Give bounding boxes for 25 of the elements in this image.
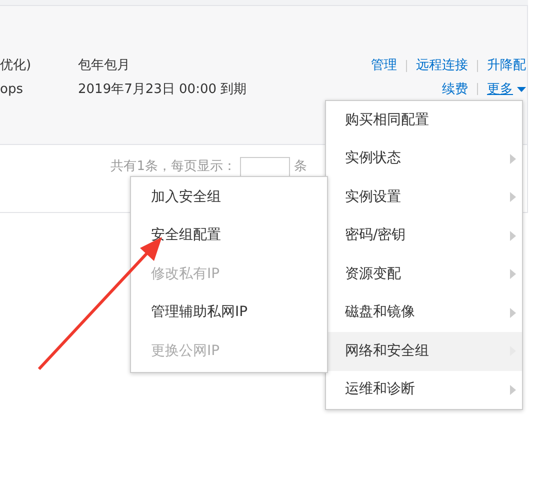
chevron-icon: [510, 230, 516, 241]
action-link[interactable]: 管理: [371, 56, 397, 76]
menu-item[interactable]: 网络和安全组: [326, 332, 522, 370]
action-link[interactable]: 远程连接: [416, 56, 468, 76]
chevron-icon: [510, 192, 516, 202]
instance-name: 优化): [0, 57, 32, 75]
pager-unit: 条: [294, 158, 307, 176]
action-link[interactable]: 续费: [442, 80, 468, 99]
chevron-icon: [510, 308, 516, 318]
menu-item[interactable]: 实例状态: [326, 140, 522, 178]
expiry-date: 2019年7月23日 00:00 到期: [78, 80, 247, 98]
menu-item[interactable]: 运维和诊断: [326, 370, 522, 409]
submenu-item[interactable]: 管理辅助私网IP: [131, 294, 327, 332]
more-dropdown[interactable]: 更多: [487, 80, 526, 99]
chevron-icon: [510, 384, 516, 395]
submenu-item[interactable]: 加入安全组: [131, 178, 327, 216]
pager-summary: 共有1条，每页显示：: [110, 158, 236, 176]
chevron-icon: [510, 269, 516, 280]
billing-type: 包年包月: [78, 57, 131, 75]
chevron-icon: [510, 154, 516, 164]
action-link[interactable]: 升降配: [487, 56, 526, 76]
caret-icon: [517, 86, 526, 92]
menu-item[interactable]: 购买相同配置: [326, 101, 522, 140]
submenu-item[interactable]: 安全组配置: [131, 216, 327, 255]
instance-spec: ops: [0, 80, 24, 98]
